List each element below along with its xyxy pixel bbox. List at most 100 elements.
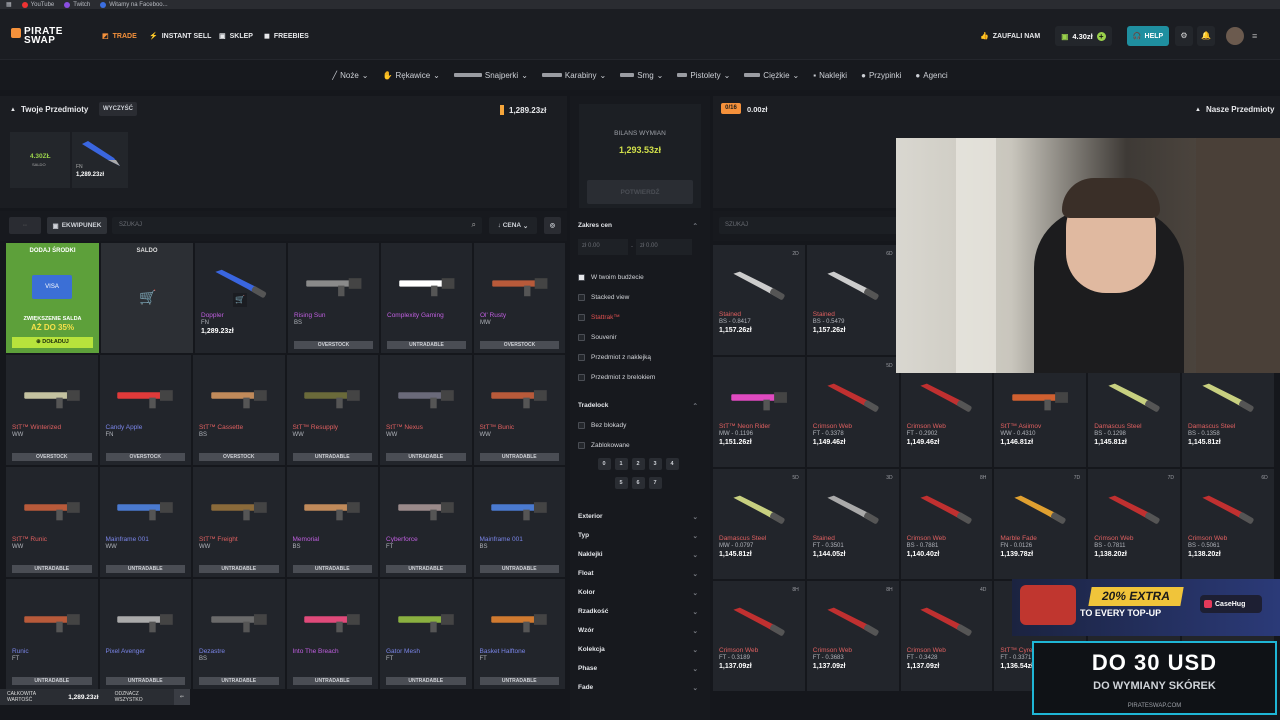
bookmark-twitch[interactable]: Twitch (64, 1, 90, 8)
checkbox[interactable] (578, 293, 585, 301)
tradelock-day-button[interactable]: 0 (597, 458, 611, 470)
nav-freebies[interactable]: ◼ FREEBIES (264, 32, 309, 41)
tradelock-header[interactable]: Tradelock ⌃ (578, 396, 698, 415)
steam-tab[interactable]: ◦◦ (9, 217, 41, 234)
cart-icon[interactable]: 🛒 (233, 293, 247, 307)
checkbox[interactable] (578, 333, 585, 341)
cat-snipers[interactable]: Snajperki ⌄ (453, 71, 528, 80)
logo[interactable]: PIRATE SWAP (24, 27, 63, 46)
filter-toggle-icon[interactable]: ◎ (544, 217, 561, 234)
cat-pistols[interactable]: Pistolety ⌄ (677, 71, 730, 80)
cat-stickers[interactable]: ▪ Naklejki (813, 71, 847, 80)
item-card[interactable]: Memorial BS UNTRADABLE (286, 467, 378, 577)
store-item-card[interactable]: 8HCrimson WebFT - 0.29021,149.46zł (900, 357, 993, 467)
checkbox[interactable] (578, 353, 585, 361)
item-card[interactable]: Rising Sun BS OVERSTOCK (288, 243, 379, 353)
item-card[interactable]: Candy Apple FN OVERSTOCK (99, 355, 191, 465)
cat-heavy[interactable]: Ciężkie ⌄ (744, 71, 799, 80)
checkbox[interactable] (578, 441, 585, 449)
cat-smg[interactable]: Smg ⌄ (620, 71, 663, 80)
item-card[interactable]: Complexity Gaming UNTRADABLE (381, 243, 472, 353)
saldo-card[interactable]: SALDO 🛒 (101, 243, 193, 353)
store-item-card[interactable]: 3D Stained FT - 0.3501 1,144.05zł (806, 469, 899, 579)
search-icon[interactable]: ⌕ (472, 220, 476, 230)
tradelock-option[interactable]: Zablokowane (578, 435, 698, 455)
checkbox[interactable] (578, 373, 585, 381)
store-item-card[interactable]: 8H Crimson Web FT - 0.3683 1,137.09zł (806, 581, 899, 691)
price-to-input[interactable]: zł 0.00 (636, 239, 692, 255)
item-card[interactable]: Mainframe 001 BS UNTRADABLE (473, 467, 565, 577)
item-card[interactable]: StT™ Winterized WW OVERSTOCK (6, 355, 98, 465)
cat-gloves[interactable]: ✋ Rękawice ⌄ (383, 71, 440, 80)
checkbox[interactable] (578, 313, 585, 321)
filter-option[interactable]: W twoim budżecie (578, 267, 698, 287)
cat-knives[interactable]: ╱ Noże ⌄ (332, 71, 368, 80)
filter-accordion[interactable]: Exterior ⌄ (578, 507, 698, 526)
item-card[interactable]: Mainframe 001 WW UNTRADABLE (99, 467, 191, 577)
store-item-card[interactable]: 5D Damascus Steel MW - 0.0797 1,145.81zł (713, 469, 805, 579)
nav-shop[interactable]: ▣ SKLEP (219, 32, 253, 41)
item-card[interactable]: StT™ Resupply WW UNTRADABLE (286, 355, 378, 465)
clear-button[interactable]: WYCZYŚĆ (99, 102, 137, 116)
bookmark-facebook[interactable]: Witamy na Faceboo... (100, 1, 168, 8)
store-item-card[interactable]: 7D Crimson Web BS - 0.7811 1,138.20zł (1088, 469, 1180, 579)
store-item-card[interactable]: 8H Crimson Web BS - 0.7881 1,140.40zł (900, 469, 993, 579)
filter-accordion[interactable]: Rzadkość ⌄ (578, 602, 698, 621)
filter-accordion[interactable]: Phase ⌄ (578, 659, 698, 678)
tradelock-day-button[interactable]: 2 (631, 458, 645, 470)
inventory-tab[interactable]: ▣ EKWIPUNEK (47, 217, 107, 234)
item-card[interactable]: StT™ Cassette BS OVERSTOCK (193, 355, 285, 465)
avatar[interactable] (1226, 27, 1244, 45)
cat-rifles[interactable]: Karabiny ⌄ (541, 71, 606, 80)
filter-accordion[interactable]: Typ ⌄ (578, 526, 698, 545)
tradelock-day-button[interactable]: 4 (665, 458, 679, 470)
selected-item-chip[interactable]: FN 1,289.23zł (72, 132, 128, 188)
item-card[interactable]: Basket Halftone FT UNTRADABLE (473, 579, 565, 689)
filter-option[interactable]: Stacked view (578, 287, 698, 307)
checkbox[interactable] (578, 273, 585, 281)
item-card[interactable]: Runic FT UNTRADABLE (6, 579, 98, 689)
filter-option[interactable]: Stattrak™ (578, 307, 698, 327)
casehug-ad[interactable]: 20% EXTRA TO EVERY TOP-UP CaseHug (1012, 579, 1280, 636)
item-card[interactable]: Dezastre BS UNTRADABLE (193, 579, 285, 689)
item-card[interactable]: StT™ Freight WW UNTRADABLE (193, 467, 285, 577)
filter-accordion[interactable]: Kolekcja ⌄ (578, 640, 698, 659)
price-from-input[interactable]: zł 0.00 (578, 239, 628, 255)
tradelock-day-button[interactable]: 3 (648, 458, 662, 470)
tradelock-option[interactable]: Bez blokady (578, 415, 698, 435)
store-item-card[interactable]: 6D Crimson Web BS - 0.5061 1,138.20zł (1181, 469, 1274, 579)
balance-pill[interactable]: ▣ 4.30zł + (1055, 26, 1112, 46)
filter-option[interactable]: Przedmiot z brelokiem (578, 367, 698, 387)
deselect-all-button[interactable]: ODZNACZ WSZYSTKO (115, 691, 168, 703)
top-up-button[interactable]: ⊕ DOŁADUJ (12, 337, 93, 348)
filter-accordion[interactable]: Naklejki ⌄ (578, 545, 698, 564)
store-item-card[interactable]: 6D Stained BS - 0.5479 1,157.26zł (806, 245, 899, 355)
help-button[interactable]: 🎧 HELP (1127, 26, 1169, 46)
arrow-left-icon[interactable]: ⇐ (174, 689, 190, 705)
price-range-header[interactable]: Zakres cen ⌃ (578, 216, 698, 235)
confirm-button[interactable]: POTWIERDŹ (587, 180, 693, 204)
settings-icon[interactable]: ⚙ (1175, 26, 1193, 46)
store-item-card[interactable]: 5D Crimson Web FT - 0.3378 1,149.46zł (806, 357, 899, 467)
tradelock-day-button[interactable]: 1 (614, 458, 628, 470)
store-item-card[interactable]: StT™ Asiimov WW - 0.4310 1,146.81zł (994, 357, 1087, 467)
tradelock-day-button[interactable]: 7 (648, 477, 662, 489)
cat-agents[interactable]: ● Agenci (915, 71, 947, 80)
filter-accordion[interactable]: Kolor ⌄ (578, 583, 698, 602)
store-item-card[interactable]: Damascus Steel BS - 0.1358 1,145.81zł (1181, 357, 1274, 467)
your-items-title[interactable]: ▲ Twoje Przedmioty (10, 105, 88, 114)
item-card[interactable]: Into The Breach UNTRADABLE (286, 579, 378, 689)
filter-option[interactable]: Souvenir (578, 327, 698, 347)
filter-accordion[interactable]: Wzór ⌄ (578, 621, 698, 640)
filter-accordion[interactable]: Fade ⌄ (578, 678, 698, 697)
nav-trade[interactable]: ◩ TRADE (102, 32, 137, 41)
inventory-search-input[interactable]: SZUKAJ ⌕ (112, 217, 482, 234)
item-card[interactable]: Ol' Rusty MW OVERSTOCK (474, 243, 565, 353)
nav-instant-sell[interactable]: ⚡ INSTANT SELL (149, 32, 211, 41)
store-item-card[interactable]: StT™ Neon Rider MW - 0.1196 1,151.26zł (713, 357, 805, 467)
store-item-card[interactable]: 8H Crimson Web FT - 0.3189 1,137.09zł (713, 581, 805, 691)
bookmark-youtube[interactable]: YouTube (21, 1, 54, 8)
our-items-title[interactable]: ▲ Nasze Przedmioty (1195, 105, 1274, 114)
filter-accordion[interactable]: Float ⌄ (578, 564, 698, 583)
filter-option[interactable]: Przedmiot z naklejką (578, 347, 698, 367)
